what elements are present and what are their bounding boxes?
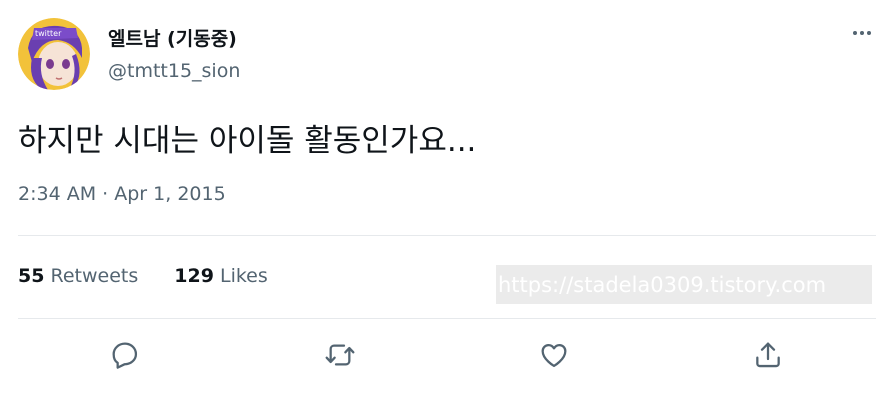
avatar-image: twitter	[18, 18, 90, 90]
likes-label: Likes	[219, 265, 268, 287]
share-button[interactable]	[749, 336, 787, 374]
avatar[interactable]: twitter	[18, 18, 90, 90]
likes-stat[interactable]: 129 Likes	[174, 265, 268, 287]
more-options-button[interactable]	[848, 21, 876, 45]
retweets-label: Retweets	[50, 265, 139, 287]
retweet-button[interactable]	[321, 336, 359, 374]
meta-separator: ·	[102, 183, 115, 205]
action-bar	[0, 336, 894, 374]
share-icon	[756, 342, 780, 368]
divider-bottom	[18, 318, 876, 319]
tweet-time: 2:34 AM	[18, 183, 97, 205]
retweet-icon	[325, 344, 355, 366]
like-button[interactable]	[535, 336, 573, 374]
reply-icon	[112, 342, 138, 369]
engagement-stats: 55 Retweets 129 Likes	[18, 265, 268, 287]
retweets-stat[interactable]: 55 Retweets	[18, 265, 138, 287]
watermark: https://stadela0309.tistory.com	[496, 265, 872, 304]
more-horizontal-icon	[853, 31, 871, 35]
likes-count: 129	[174, 265, 214, 287]
tweet-text: 하지만 시대는 아이돌 활동인가요...	[18, 123, 477, 159]
reply-button[interactable]	[106, 336, 144, 374]
heart-icon	[541, 344, 567, 368]
tweet-date: Apr 1, 2015	[114, 183, 226, 205]
retweets-count: 55	[18, 265, 45, 287]
user-handle[interactable]: @tmtt15_sion	[108, 60, 240, 82]
divider-top	[18, 235, 876, 236]
display-name[interactable]: 엘트남 (기동중)	[108, 24, 237, 51]
tweet-timestamp[interactable]: 2:34 AM · Apr 1, 2015	[18, 183, 226, 205]
avatar-logo-text: twitter	[35, 29, 62, 38]
